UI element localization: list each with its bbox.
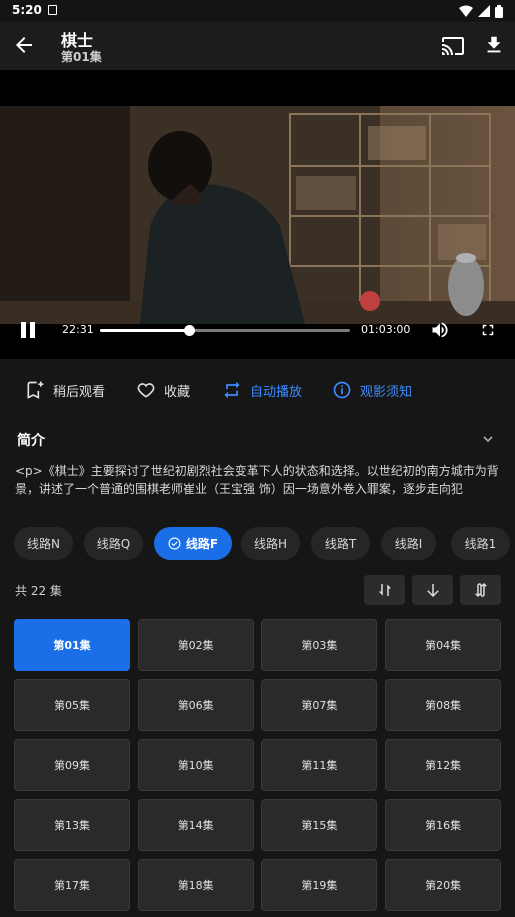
- seek-bar[interactable]: [100, 325, 350, 336]
- fullscreen-icon[interactable]: [479, 321, 497, 339]
- route-chip-label: 线路1: [464, 537, 497, 551]
- autoplay-label: 自动播放: [250, 384, 303, 400]
- bookmark-plus-icon: [27, 381, 44, 399]
- episode-button[interactable]: 第18集: [137, 859, 254, 911]
- back-arrow-icon[interactable]: [12, 33, 36, 57]
- episode-button[interactable]: 第17集: [14, 859, 130, 911]
- episode-button[interactable]: 第04集: [385, 619, 502, 671]
- pause-icon[interactable]: [19, 321, 37, 339]
- chevron-down-icon[interactable]: [480, 431, 496, 447]
- route-chip[interactable]: 线路N: [14, 527, 73, 560]
- seek-progress: [100, 329, 190, 332]
- app-bar: 棋士 第01集: [0, 22, 515, 70]
- episode-button[interactable]: 第01集: [14, 619, 130, 671]
- notification-icon: [48, 5, 57, 15]
- sort-descending-button[interactable]: [412, 575, 453, 605]
- status-bar: 5:20: [0, 0, 515, 22]
- battery-icon: [495, 4, 503, 18]
- duration: 01:03:00: [361, 323, 411, 336]
- episode-subtitle: 第01集: [61, 50, 102, 64]
- wifi-icon: [459, 5, 473, 17]
- watch-later-label: 稍后观看: [53, 384, 106, 400]
- favorite-label: 收藏: [164, 384, 191, 400]
- route-chip[interactable]: 线路Q: [84, 527, 143, 560]
- episode-button[interactable]: 第14集: [137, 799, 254, 851]
- check-circle-icon: [168, 537, 181, 550]
- episode-count: 共 22 集: [15, 584, 62, 598]
- episode-button[interactable]: 第05集: [14, 679, 130, 731]
- video-player[interactable]: 22:31 01:03:00: [0, 70, 515, 359]
- reverse-order-button[interactable]: [460, 575, 501, 605]
- viewing-notice-button[interactable]: 观影须知: [332, 372, 412, 408]
- route-selector: 线路N 线路Q 线路F 线路H 线路T 线路I 线路1: [14, 527, 515, 560]
- info-icon: [333, 381, 351, 399]
- episode-button[interactable]: 第11集: [261, 739, 378, 791]
- autoplay-button[interactable]: 自动播放: [222, 372, 302, 408]
- route-chip-label: 线路N: [27, 537, 60, 551]
- download-icon[interactable]: [483, 34, 505, 56]
- episode-button[interactable]: 第20集: [385, 859, 502, 911]
- route-chip-label: 线路F: [185, 537, 219, 551]
- current-time: 22:31: [62, 323, 94, 336]
- episode-button[interactable]: 第15集: [261, 799, 378, 851]
- signal-icon: [478, 5, 490, 17]
- route-chip[interactable]: 线路I: [381, 527, 436, 560]
- favorite-button[interactable]: 收藏: [136, 372, 190, 408]
- sort-toggle-button[interactable]: [364, 575, 405, 605]
- episode-button[interactable]: 第03集: [261, 619, 378, 671]
- volume-icon[interactable]: [430, 320, 450, 340]
- episode-button[interactable]: 第07集: [261, 679, 378, 731]
- episode-button[interactable]: 第16集: [385, 799, 502, 851]
- action-row: 稍后观看 收藏 自动播放 观影须知: [0, 372, 515, 408]
- episode-button[interactable]: 第10集: [137, 739, 254, 791]
- route-chip[interactable]: 线路H: [241, 527, 300, 560]
- intro-text: <p>《棋士》主要探讨了世纪初剧烈社会变革下人的状态和选择。以世纪初的南方城市为…: [15, 464, 499, 496]
- route-chip[interactable]: 线路1: [451, 527, 510, 560]
- episode-button[interactable]: 第09集: [14, 739, 130, 791]
- episode-button[interactable]: 第12集: [385, 739, 502, 791]
- watch-later-button[interactable]: 稍后观看: [25, 372, 105, 408]
- episode-button[interactable]: 第02集: [137, 619, 254, 671]
- episode-button[interactable]: 第13集: [14, 799, 130, 851]
- route-chip[interactable]: 线路T: [311, 527, 370, 560]
- heart-icon: [137, 383, 155, 398]
- route-chip[interactable]: 线路F: [154, 527, 232, 560]
- arrow-down-icon: [426, 584, 439, 598]
- swap-vertical-icon: [378, 584, 391, 596]
- viewing-notice-label: 观影须知: [360, 384, 413, 400]
- route-chip-label: 线路Q: [96, 537, 131, 551]
- route-chip-label: 线路I: [394, 537, 423, 551]
- video-scene-image: [0, 106, 515, 324]
- video-frame[interactable]: [0, 106, 515, 324]
- route-chip-label: 线路T: [324, 537, 357, 551]
- reverse-order-icon: [474, 582, 487, 598]
- status-icons: [459, 4, 503, 18]
- seek-handle[interactable]: [184, 325, 196, 336]
- episode-button[interactable]: 第08集: [385, 679, 502, 731]
- intro-heading: 简介: [17, 433, 45, 449]
- cast-icon[interactable]: [441, 34, 465, 58]
- episode-button[interactable]: 第19集: [261, 859, 378, 911]
- route-chip-label: 线路H: [253, 537, 288, 551]
- episode-button[interactable]: 第06集: [137, 679, 254, 731]
- repeat-icon: [224, 381, 240, 399]
- playback-controls: 22:31 01:03:00: [0, 318, 515, 342]
- status-time: 5:20: [12, 3, 42, 17]
